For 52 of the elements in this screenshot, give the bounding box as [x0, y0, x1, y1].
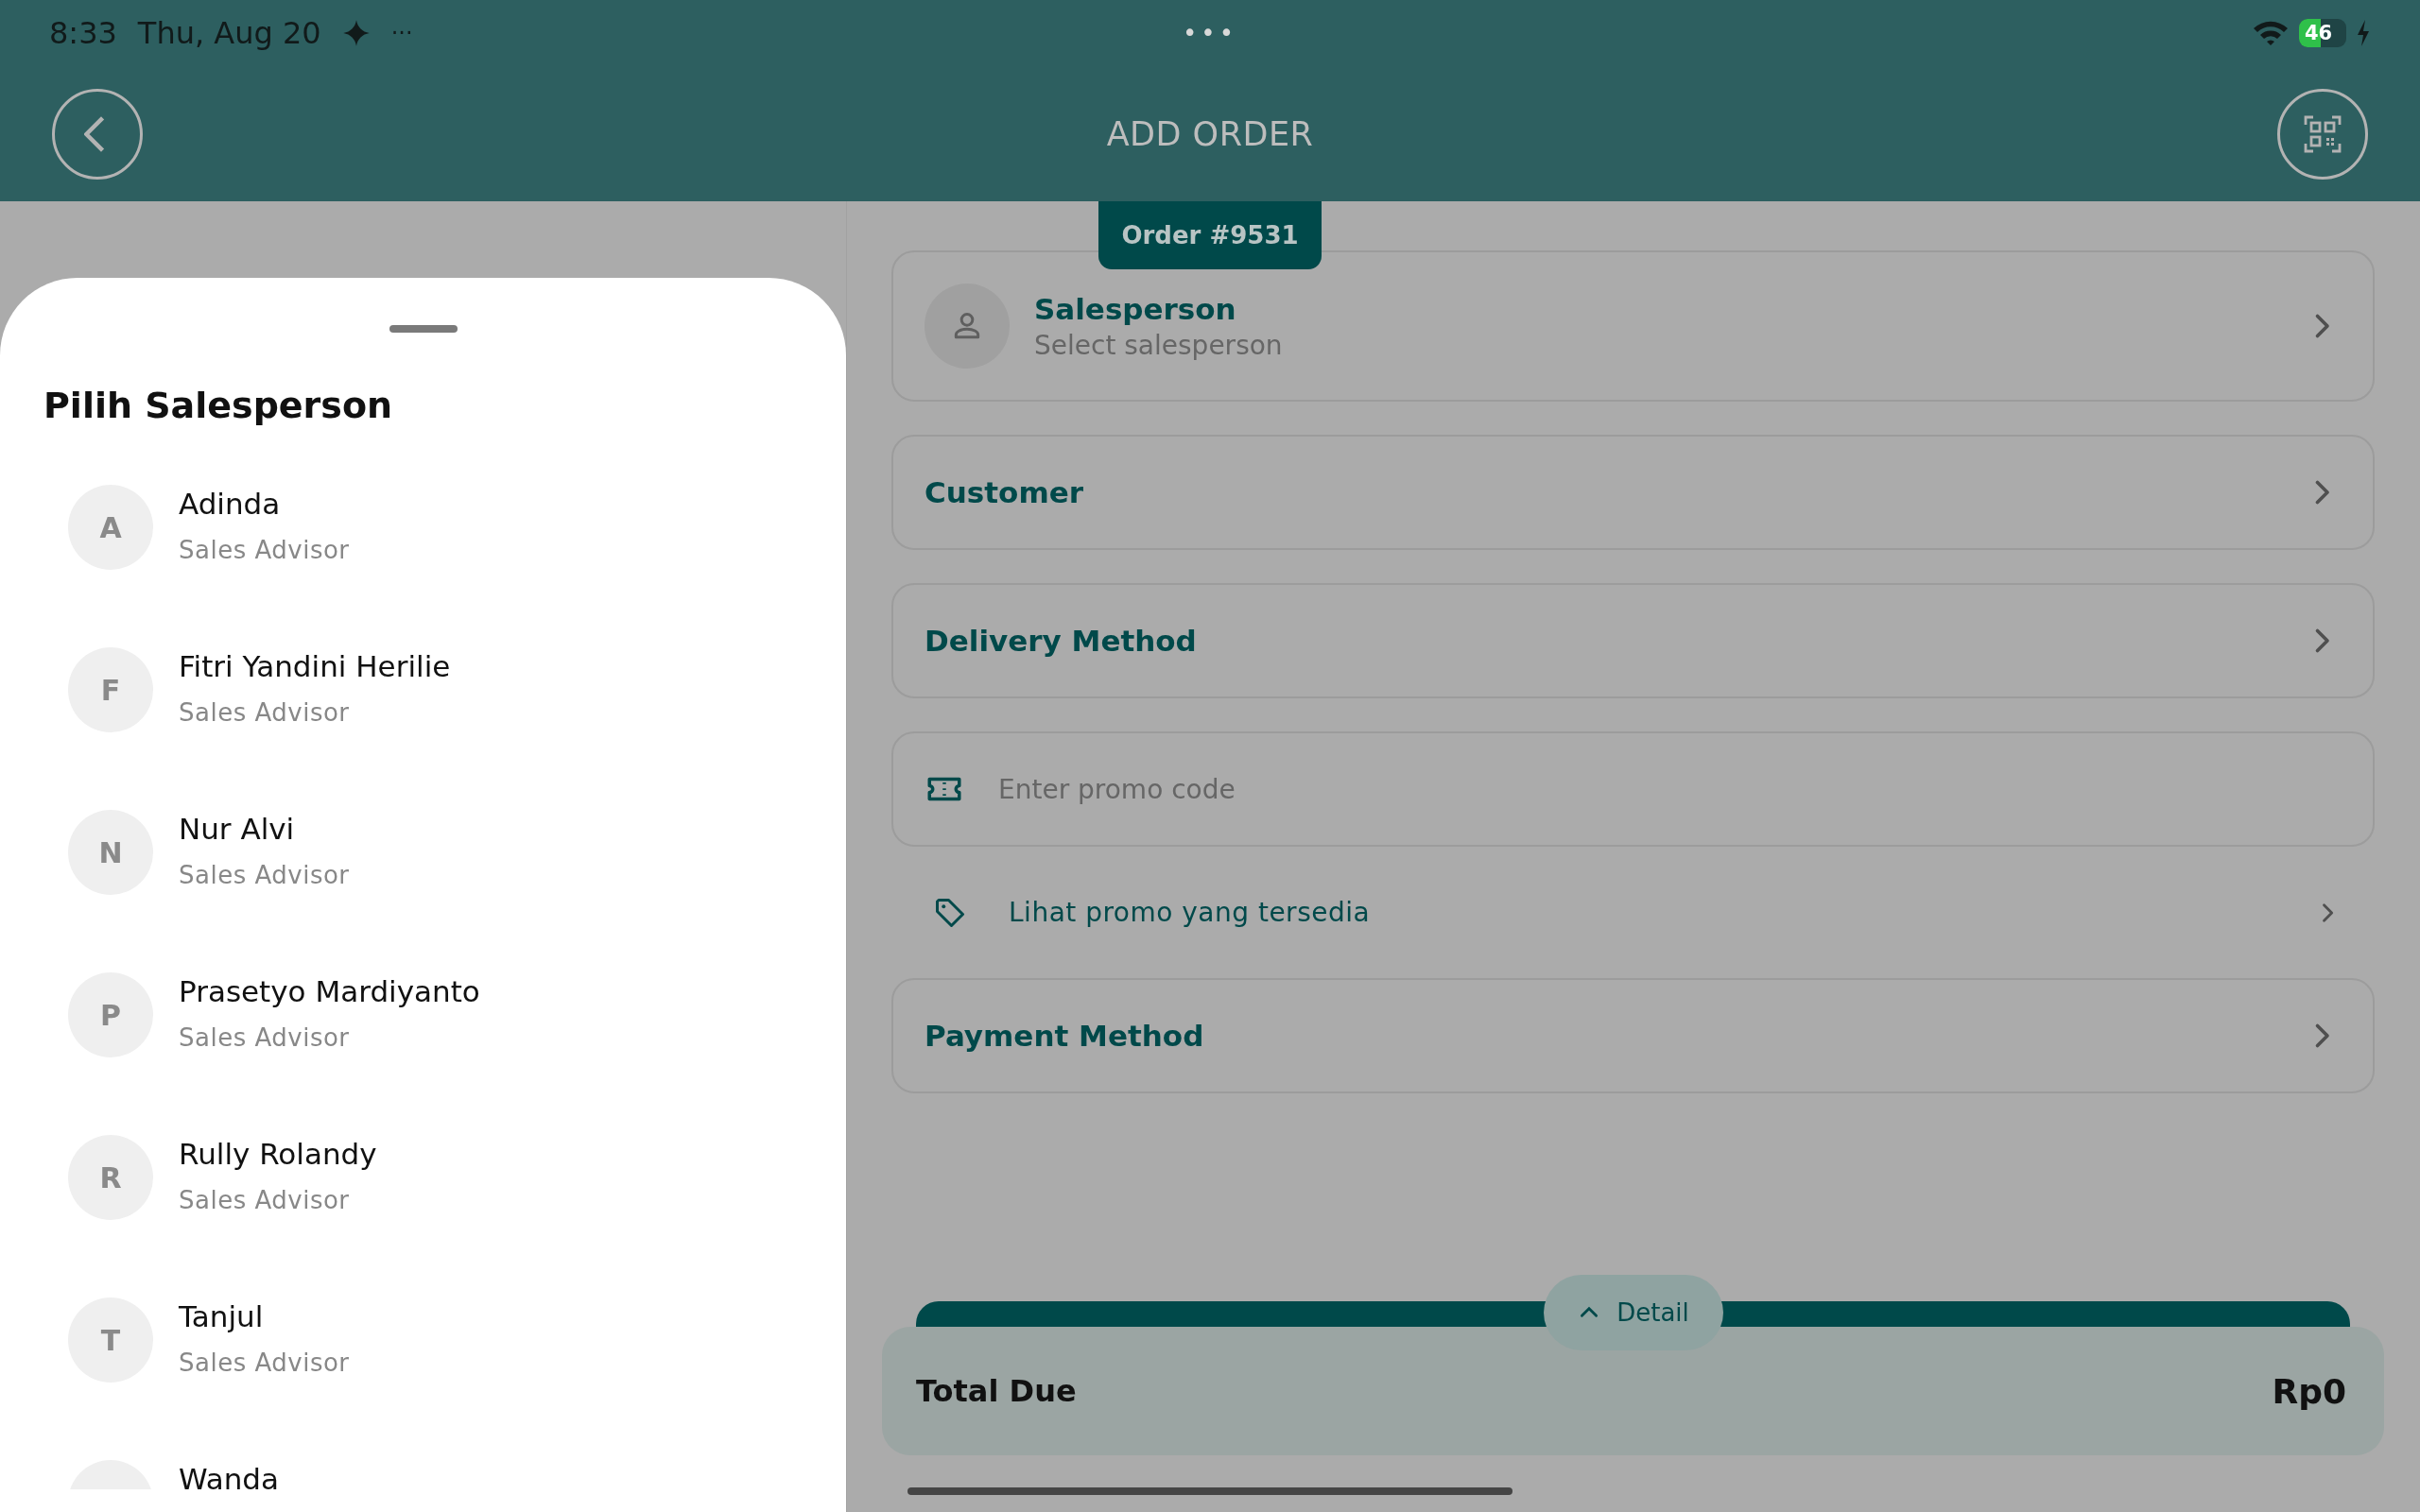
person-role: Sales Advisor	[179, 1023, 351, 1052]
initial-avatar: F	[68, 647, 153, 732]
person-name: Prasetyo Mardiyanto	[179, 974, 480, 1008]
total-label: Total Due	[916, 1373, 1077, 1409]
section-label: Payment Method	[925, 1019, 1205, 1053]
salesperson-item[interactable]: A Adinda Sales Advisor	[0, 446, 846, 609]
multitasking-dots[interactable]: •••	[1183, 19, 1237, 47]
promo-link: Lihat promo yang tersedia	[1009, 897, 1372, 928]
initial-avatar: R	[68, 1135, 153, 1220]
drag-handle[interactable]	[389, 325, 458, 333]
salesperson-label: Salesperson	[1034, 291, 1237, 326]
page-title: ADD ORDER	[1106, 114, 1314, 153]
person-name: Nur Alvi	[179, 812, 296, 846]
sheet-title: Pilih Salesperson	[43, 384, 394, 428]
person-role: Sales Advisor	[179, 861, 350, 889]
section-row[interactable]: Customer	[891, 435, 2375, 550]
salesperson-item[interactable]: Wanda	[0, 1421, 846, 1489]
more-indicator: ···	[390, 20, 413, 46]
person-role: Sales Advisor	[179, 536, 350, 564]
section-label: Delivery Method	[925, 624, 1198, 658]
salesperson-item[interactable]: F Fitri Yandini Herilie Sales Advisor	[0, 609, 846, 771]
detail-button[interactable]: Detail	[1543, 1275, 1723, 1350]
section-row[interactable]: Payment Method	[891, 978, 2375, 1093]
wifi-icon	[2252, 19, 2290, 47]
person-name: Tanjul	[179, 1299, 265, 1333]
salesperson-placeholder: Select salesperson	[1034, 329, 1284, 361]
person-name: Wanda	[179, 1462, 279, 1489]
person-role: Sales Advisor	[179, 1349, 350, 1377]
person-role: Sales Advisor	[179, 1186, 351, 1214]
chevron-left-icon	[84, 114, 105, 153]
salesperson-item[interactable]: R Rully Rolandy Sales Advisor	[0, 1096, 846, 1259]
charging-bolt-icon	[2356, 20, 2371, 46]
status-time: 8:33	[49, 15, 117, 51]
initial-avatar: P	[68, 972, 153, 1057]
qr-scan-button[interactable]	[2277, 88, 2368, 180]
promo-link-row[interactable]: Lihat promo yang tersedia	[891, 880, 2375, 945]
initial-avatar: N	[68, 810, 153, 895]
initial-avatar: T	[68, 1297, 153, 1383]
back-button[interactable]	[52, 88, 143, 180]
salesperson-item[interactable]: T Tanjul Sales Advisor	[0, 1259, 846, 1421]
status-date: Thu, Aug 20	[137, 15, 321, 51]
section-row[interactable]: Delivery Method	[891, 583, 2375, 698]
initial-avatar: A	[68, 485, 153, 570]
section-label: Customer	[925, 475, 1084, 509]
promo-placeholder: Enter promo code	[998, 773, 1236, 805]
person-name: Fitri Yandini Herilie	[179, 649, 451, 683]
total-amount: Rp0	[2272, 1371, 2346, 1411]
salesperson-item[interactable]: N Nur Alvi Sales Advisor	[0, 771, 846, 934]
person-name: Rully Rolandy	[179, 1137, 377, 1171]
person-role: Sales Advisor	[179, 698, 351, 727]
salesperson-item[interactable]: P Prasetyo Mardiyanto Sales Advisor	[0, 934, 846, 1096]
person-name: Adinda	[179, 487, 282, 521]
